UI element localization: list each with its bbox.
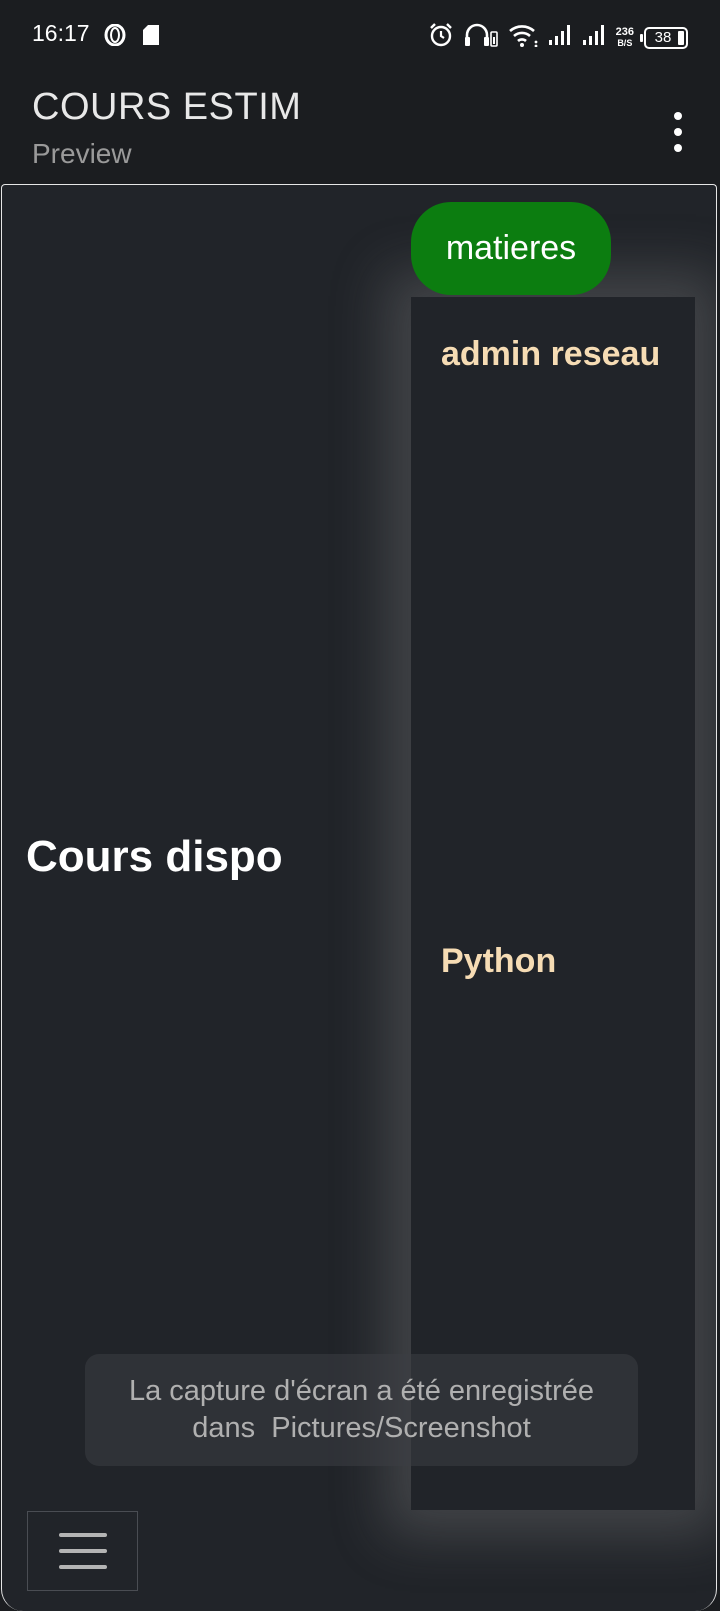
preview-frame: Cours dispo admin reseau Python matieres… [1, 184, 717, 1611]
screenshot-toast: La capture d'écran a été enregistrée dan… [85, 1354, 638, 1466]
matieres-dropdown-menu: admin reseau Python [411, 297, 695, 1510]
signal-icon [548, 24, 572, 51]
more-vert-icon[interactable] [670, 112, 686, 152]
status-time: 16:17 [32, 20, 90, 46]
page-heading: Cours dispo [26, 832, 283, 881]
battery-level: 38 [654, 28, 672, 46]
status-bar: 16:17 236 B/S 38 [0, 0, 720, 72]
hamburger-icon[interactable] [27, 1511, 138, 1591]
wifi-icon [508, 23, 538, 52]
net-speed-unit: B/S [617, 37, 633, 48]
sd-card-icon [142, 24, 160, 51]
menu-item-admin-reseau[interactable]: admin reseau [441, 335, 660, 374]
net-speed-value: 236 [615, 25, 634, 38]
app-subtitle: Preview [32, 138, 132, 169]
headphones-icon [464, 22, 498, 53]
net-speed-indicator: 236 B/S [615, 25, 634, 49]
status-left-icons [104, 23, 160, 51]
signal-icon [582, 24, 606, 51]
status-right-icons: 236 B/S 38 [428, 22, 688, 53]
app-bar: COURS ESTIM Preview [0, 72, 720, 184]
toast-line-1: La capture d'écran a été enregistrée [128, 1375, 594, 1407]
app-title: COURS ESTIM [32, 86, 302, 128]
battery-icon: 38 [640, 26, 688, 49]
opera-icon [104, 23, 126, 51]
matieres-button[interactable]: matieres [411, 202, 611, 295]
toast-line-2: dans Pictures/Screenshot [192, 1412, 531, 1444]
menu-item-python[interactable]: Python [441, 942, 556, 981]
alarm-icon [428, 22, 454, 53]
